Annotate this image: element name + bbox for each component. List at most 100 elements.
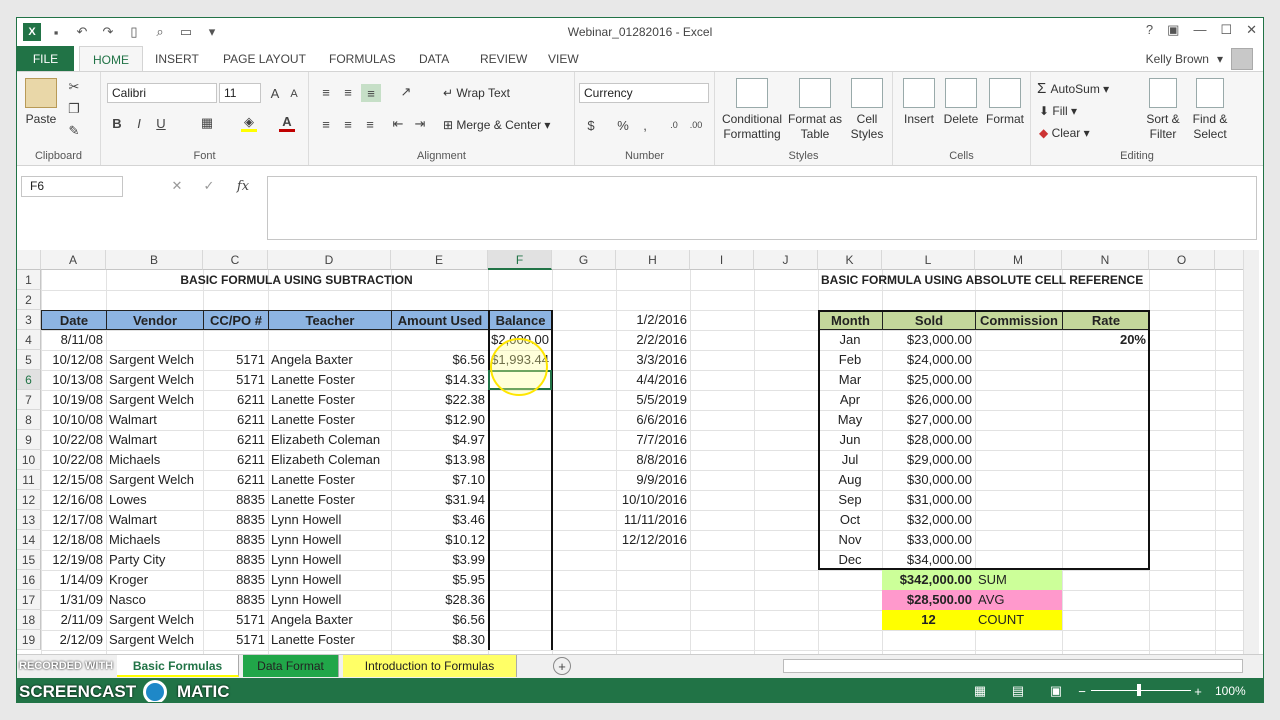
row-header-10[interactable]: 10 (17, 450, 41, 470)
sum-value[interactable]: $342,000.00 (882, 570, 975, 590)
column-header-l[interactable]: L (882, 250, 975, 270)
autosum-button[interactable]: Σ AutoSum ▾ (1037, 80, 1109, 97)
tab-review[interactable]: REVIEW (472, 46, 535, 72)
sheet-tab-data-format[interactable]: Data Format (243, 655, 339, 677)
left-cell[interactable]: Lanette Foster (268, 370, 391, 390)
left-cell[interactable]: Lanette Foster (268, 630, 391, 650)
vertical-scrollbar[interactable] (1243, 250, 1259, 654)
date-cell[interactable]: 7/7/2016 (616, 430, 690, 450)
left-cell[interactable]: Lynn Howell (268, 570, 391, 590)
row-header-3[interactable]: 3 (17, 310, 41, 330)
cancel-formula-icon[interactable]: ✕ (167, 176, 187, 196)
sort-filter-button[interactable]: Sort & Filter (1141, 78, 1185, 142)
row-header-19[interactable]: 19 (17, 630, 41, 650)
number-format-select[interactable]: Currency (579, 83, 709, 103)
date-cell[interactable]: 4/4/2016 (616, 370, 690, 390)
orientation-icon[interactable]: ↗ (395, 84, 417, 100)
date-cell[interactable]: 12/12/2016 (616, 530, 690, 550)
align-center-icon[interactable]: ≡ (339, 116, 357, 132)
delete-cells-button[interactable]: Delete (941, 78, 981, 127)
tab-insert[interactable]: INSERT (147, 46, 207, 72)
user-account[interactable]: Kelly Brown ▾ (1146, 48, 1253, 70)
borders-icon[interactable]: ▦ (199, 114, 215, 132)
avg-value[interactable]: $28,500.00 (882, 590, 975, 610)
add-sheet-icon[interactable]: + (553, 657, 571, 675)
row-header-12[interactable]: 12 (17, 490, 41, 510)
find-select-button[interactable]: Find & Select (1187, 78, 1233, 142)
name-box[interactable]: F6 (21, 176, 123, 197)
fill-color-icon[interactable]: ◈ (241, 114, 257, 132)
column-header-o[interactable]: O (1149, 250, 1215, 270)
left-cell[interactable]: 2/11/09 (41, 610, 106, 630)
row-header-9[interactable]: 9 (17, 430, 41, 450)
left-cell[interactable]: Party City (106, 550, 203, 570)
left-cell[interactable]: Nasco (106, 590, 203, 610)
date-cell[interactable]: 2/2/2016 (616, 330, 690, 350)
horizontal-scrollbar[interactable] (783, 659, 1243, 673)
row-header-7[interactable]: 7 (17, 390, 41, 410)
left-cell[interactable]: 12/19/08 (41, 550, 106, 570)
tab-file[interactable]: FILE (17, 46, 74, 72)
date-cell[interactable]: 8/8/2016 (616, 450, 690, 470)
column-header-c[interactable]: C (203, 250, 268, 270)
insert-cells-button[interactable]: Insert (899, 78, 939, 127)
tab-page-layout[interactable]: PAGE LAYOUT (215, 46, 314, 72)
left-cell[interactable]: Elizabeth Coleman (268, 430, 391, 450)
zoom-in-icon[interactable]: + (1191, 682, 1205, 700)
left-cell[interactable]: $7.10 (391, 470, 488, 490)
format-painter-icon[interactable]: ✎ (65, 122, 83, 140)
format-cells-button[interactable]: Format (983, 78, 1027, 127)
column-header-f[interactable]: F (488, 250, 552, 270)
row-header-1[interactable]: 1 (17, 270, 41, 290)
avg-label[interactable]: AVG (975, 590, 1062, 610)
tab-home[interactable]: HOME (79, 46, 143, 72)
left-cell[interactable]: 8835 (203, 490, 268, 510)
left-cell[interactable]: 5171 (203, 370, 268, 390)
left-cell[interactable]: 8835 (203, 510, 268, 530)
left-cell[interactable]: $13.98 (391, 450, 488, 470)
left-cell[interactable]: Michaels (106, 530, 203, 550)
row-header-5[interactable]: 5 (17, 350, 41, 370)
left-cell[interactable]: Sargent Welch (106, 390, 203, 410)
cell-styles-button[interactable]: Cell Styles (845, 78, 889, 142)
minimize-icon[interactable]: — (1193, 22, 1206, 38)
cut-icon[interactable]: ✂ (65, 78, 83, 96)
ribbon-display-icon[interactable]: ▣ (1167, 22, 1179, 38)
left-cell[interactable]: 6211 (203, 390, 268, 410)
page-break-view-icon[interactable]: ▣ (1047, 682, 1065, 700)
left-cell[interactable]: 8835 (203, 570, 268, 590)
top-align-icon[interactable]: ≡ (317, 84, 335, 100)
format-as-table-button[interactable]: Format as Table (787, 78, 843, 142)
left-cell[interactable]: Sargent Welch (106, 470, 203, 490)
column-header-j[interactable]: J (754, 250, 818, 270)
increase-decimal-icon[interactable]: .0 (665, 116, 683, 134)
copy-icon[interactable]: ❐ (65, 100, 83, 118)
left-cell[interactable]: Sargent Welch (106, 610, 203, 630)
page-layout-view-icon[interactable]: ▤ (1009, 682, 1027, 700)
left-cell[interactable]: $10.12 (391, 530, 488, 550)
tab-data[interactable]: DATA (411, 46, 457, 72)
grow-font-icon[interactable]: A (267, 84, 283, 102)
left-cell[interactable]: 6211 (203, 410, 268, 430)
conditional-formatting-button[interactable]: Conditional Formatting (719, 78, 785, 142)
left-cell[interactable]: 12/17/08 (41, 510, 106, 530)
left-cell[interactable]: 5171 (203, 630, 268, 650)
underline-icon[interactable]: U (153, 114, 169, 132)
column-header-d[interactable]: D (268, 250, 391, 270)
left-cell[interactable]: 10/19/08 (41, 390, 106, 410)
font-size-select[interactable]: 11 (219, 83, 261, 103)
count-label[interactable]: COUNT (975, 610, 1062, 630)
left-cell[interactable]: 10/13/08 (41, 370, 106, 390)
date-cell[interactable]: 6/6/2016 (616, 410, 690, 430)
row-header-6[interactable]: 6 (17, 370, 41, 390)
left-cell[interactable]: $6.56 (391, 350, 488, 370)
insert-function-icon[interactable]: fx (231, 176, 255, 196)
left-cell[interactable]: 1/14/09 (41, 570, 106, 590)
left-cell[interactable]: Walmart (106, 510, 203, 530)
left-cell[interactable]: $28.36 (391, 590, 488, 610)
sheet-tab-basic-formulas[interactable]: Basic Formulas (117, 655, 239, 677)
row-header-14[interactable]: 14 (17, 530, 41, 550)
bold-icon[interactable]: B (109, 114, 125, 132)
left-cell[interactable]: 8835 (203, 590, 268, 610)
left-cell[interactable]: Lanette Foster (268, 390, 391, 410)
